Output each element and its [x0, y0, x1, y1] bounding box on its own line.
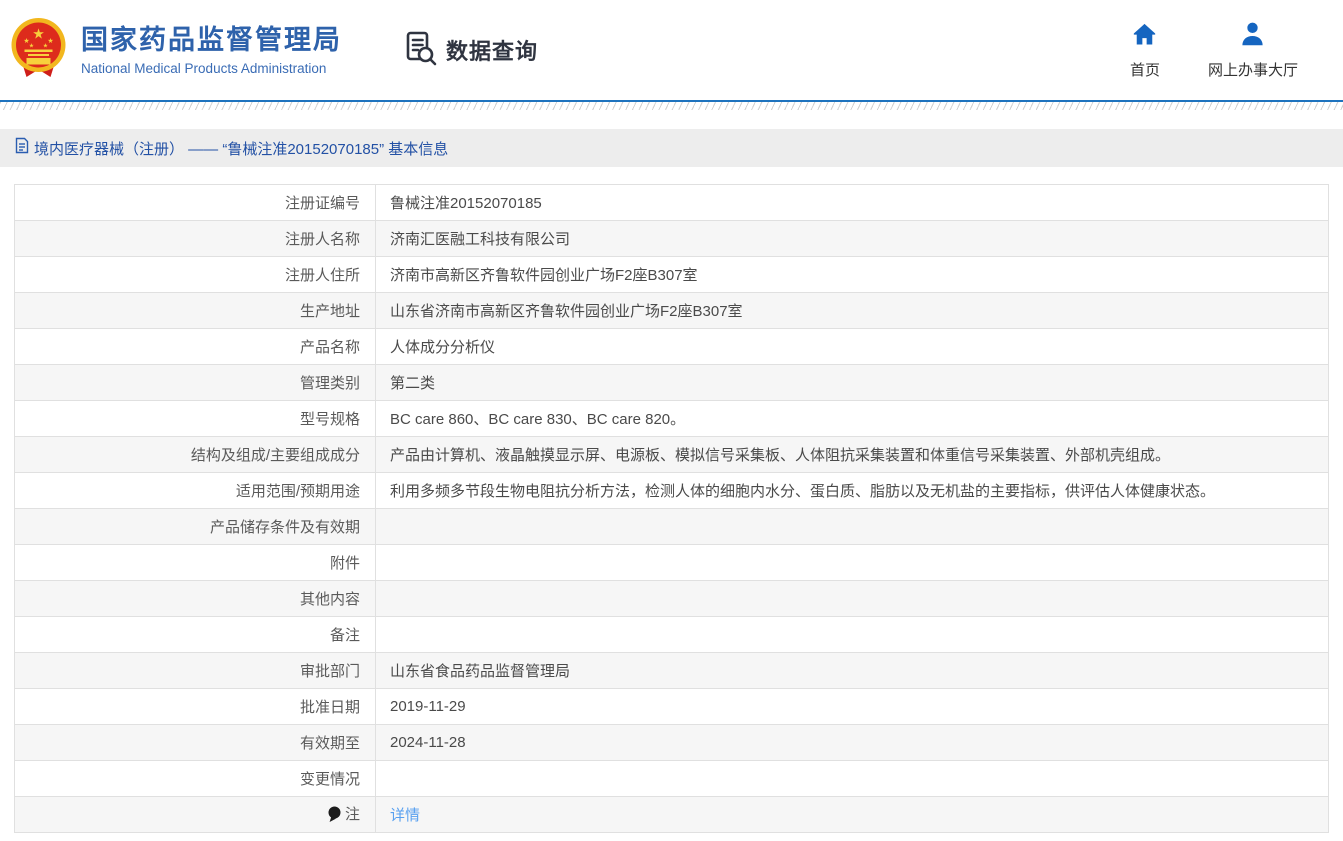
- row-label: 适用范围/预期用途: [15, 473, 376, 509]
- table-row: 适用范围/预期用途利用多频多节段生物电阻抗分析方法，检测人体的细胞内水分、蛋白质…: [15, 473, 1329, 509]
- table-row: 产品名称人体成分分析仪: [15, 329, 1329, 365]
- row-value: [376, 761, 1329, 797]
- row-value: 人体成分分析仪: [376, 329, 1329, 365]
- row-label: 注册证编号: [15, 185, 376, 221]
- data-query-tab[interactable]: 数据查询: [404, 30, 538, 71]
- table-row: 结构及组成/主要组成成分产品由计算机、液晶触摸显示屏、电源板、模拟信号采集板、人…: [15, 437, 1329, 473]
- row-value: [376, 617, 1329, 653]
- table-row: 注册人名称济南汇医融工科技有限公司: [15, 221, 1329, 257]
- table-row: 备注: [15, 617, 1329, 653]
- table-row: 产品储存条件及有效期: [15, 509, 1329, 545]
- svg-text:★: ★: [32, 25, 45, 41]
- row-value: 2024-11-28: [376, 725, 1329, 761]
- table-row: 注 详情: [15, 797, 1329, 833]
- table-row: 管理类别第二类: [15, 365, 1329, 401]
- table-row: 注册人住所济南市高新区齐鲁软件园创业广场F2座B307室: [15, 257, 1329, 293]
- row-label: 其他内容: [15, 581, 376, 617]
- row-value: 利用多频多节段生物电阻抗分析方法，检测人体的细胞内水分、蛋白质、脂肪以及无机盐的…: [376, 473, 1329, 509]
- row-label: 审批部门: [15, 653, 376, 689]
- row-value: BC care 860、BC care 830、BC care 820。: [376, 401, 1329, 437]
- svg-text:★: ★: [43, 42, 48, 49]
- home-icon: [1131, 21, 1158, 52]
- row-value: 产品由计算机、液晶触摸显示屏、电源板、模拟信号采集板、人体阻抗采集装置和体重信号…: [376, 437, 1329, 473]
- row-label: 注: [345, 806, 360, 823]
- table-row: 注册证编号鲁械注准20152070185: [15, 185, 1329, 221]
- row-value: 详情: [376, 797, 1329, 833]
- row-value: 山东省食品药品监督管理局: [376, 653, 1329, 689]
- table-row: 变更情况: [15, 761, 1329, 797]
- nmpa-national-emblem-icon: ★ ★ ★ ★ ★: [10, 16, 67, 85]
- detail-link[interactable]: 详情: [390, 807, 420, 824]
- svg-text:★: ★: [47, 37, 53, 45]
- row-label: 变更情况: [15, 761, 376, 797]
- nav-service-hall[interactable]: 网上办事大厅: [1208, 21, 1298, 80]
- site-header: ★ ★ ★ ★ ★ 国家药品监督管理局 National Medical Pro…: [0, 0, 1343, 100]
- registration-info-table: 注册证编号鲁械注准20152070185 注册人名称济南汇医融工科技有限公司 注…: [14, 184, 1329, 833]
- row-value: [376, 509, 1329, 545]
- table-row: 附件: [15, 545, 1329, 581]
- table-row: 型号规格BC care 860、BC care 830、BC care 820。: [15, 401, 1329, 437]
- row-value: 第二类: [376, 365, 1329, 401]
- row-value: 2019-11-29: [376, 689, 1329, 725]
- row-value: 济南市高新区齐鲁软件园创业广场F2座B307室: [376, 257, 1329, 293]
- table-row: 其他内容: [15, 581, 1329, 617]
- user-icon: [1239, 21, 1266, 52]
- row-label: 备注: [15, 617, 376, 653]
- row-label: 产品名称: [15, 329, 376, 365]
- nav-service-hall-label: 网上办事大厅: [1208, 59, 1298, 80]
- page-icon: [15, 137, 29, 159]
- nav-home-label: 首页: [1130, 59, 1160, 80]
- row-label: 注册人名称: [15, 221, 376, 257]
- table-row: 批准日期2019-11-29: [15, 689, 1329, 725]
- nav-home[interactable]: 首页: [1130, 21, 1160, 80]
- note-balloon-icon: [328, 806, 341, 826]
- document-search-icon: [404, 30, 438, 71]
- row-label: 产品储存条件及有效期: [15, 509, 376, 545]
- logo-link[interactable]: ★ ★ ★ ★ ★ 国家药品监督管理局 National Medical Pro…: [10, 16, 342, 85]
- row-value: 鲁械注准20152070185: [376, 185, 1329, 221]
- page: ★ ★ ★ ★ ★ 国家药品监督管理局 National Medical Pro…: [0, 0, 1343, 841]
- row-label: 附件: [15, 545, 376, 581]
- row-label-note: 注: [15, 797, 376, 833]
- row-label: 型号规格: [15, 401, 376, 437]
- row-label: 批准日期: [15, 689, 376, 725]
- row-label: 有效期至: [15, 725, 376, 761]
- org-name-cn: 国家药品监督管理局: [81, 24, 342, 58]
- table-row: 生产地址山东省济南市高新区齐鲁软件园创业广场F2座B307室: [15, 293, 1329, 329]
- svg-text:★: ★: [29, 42, 34, 49]
- row-label: 管理类别: [15, 365, 376, 401]
- header-nav: 首页 网上办事大厅: [1130, 21, 1298, 80]
- row-label: 注册人住所: [15, 257, 376, 293]
- org-name-en: National Medical Products Administration: [81, 61, 342, 76]
- breadcrumb: 境内医疗器械（注册） —— “鲁械注准20152070185” 基本信息: [0, 129, 1343, 167]
- breadcrumb-title: 境内医疗器械（注册） —— “鲁械注准20152070185” 基本信息: [34, 138, 448, 159]
- row-label: 生产地址: [15, 293, 376, 329]
- table-row: 有效期至2024-11-28: [15, 725, 1329, 761]
- row-value: 济南汇医融工科技有限公司: [376, 221, 1329, 257]
- row-value: 山东省济南市高新区齐鲁软件园创业广场F2座B307室: [376, 293, 1329, 329]
- row-value: [376, 581, 1329, 617]
- row-value: [376, 545, 1329, 581]
- hatch-stripe-band: [0, 102, 1343, 110]
- row-label: 结构及组成/主要组成成分: [15, 437, 376, 473]
- data-query-label: 数据查询: [446, 34, 538, 66]
- table-row: 审批部门山东省食品药品监督管理局: [15, 653, 1329, 689]
